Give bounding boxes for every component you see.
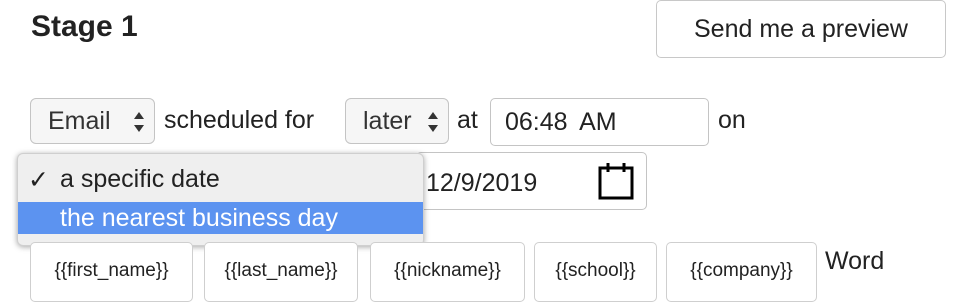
channel-select[interactable]: Email <box>30 98 155 144</box>
page-title: Stage 1 <box>31 10 138 43</box>
merge-tag-button[interactable]: {{company}} <box>666 242 817 302</box>
date-mode-dropdown: ✓ a specific date the nearest business d… <box>17 153 424 246</box>
select-arrows-icon <box>428 112 438 132</box>
timing-select-value: later <box>363 106 412 135</box>
on-text: on <box>718 106 746 134</box>
option-label: the nearest business day <box>60 204 338 232</box>
dropdown-option-nearest-business-day[interactable]: the nearest business day <box>18 202 423 234</box>
send-preview-button[interactable]: Send me a preview <box>656 0 946 58</box>
merge-tag-button[interactable]: {{first_name}} <box>30 242 193 302</box>
timing-select[interactable]: later <box>345 98 449 144</box>
merge-tag-button[interactable]: {{last_name}} <box>204 242 358 302</box>
time-input[interactable]: 06:48 AM <box>490 98 709 146</box>
calendar-icon[interactable] <box>598 161 634 201</box>
channel-select-value: Email <box>48 106 111 135</box>
date-input[interactable]: 12/9/2019 <box>416 152 647 210</box>
word-label: Word <box>825 247 885 275</box>
date-input-value: 12/9/2019 <box>426 169 538 197</box>
at-text: at <box>457 106 478 134</box>
time-input-value: 06:48 AM <box>505 107 617 136</box>
dropdown-option-specific-date[interactable]: ✓ a specific date <box>18 165 423 197</box>
checkmark-icon: ✓ <box>28 166 49 194</box>
merge-tag-button[interactable]: {{school}} <box>534 242 657 302</box>
option-label: a specific date <box>60 165 220 193</box>
merge-tag-button[interactable]: {{nickname}} <box>370 242 525 302</box>
scheduled-for-text: scheduled for <box>164 106 315 134</box>
select-arrows-icon <box>134 112 144 132</box>
